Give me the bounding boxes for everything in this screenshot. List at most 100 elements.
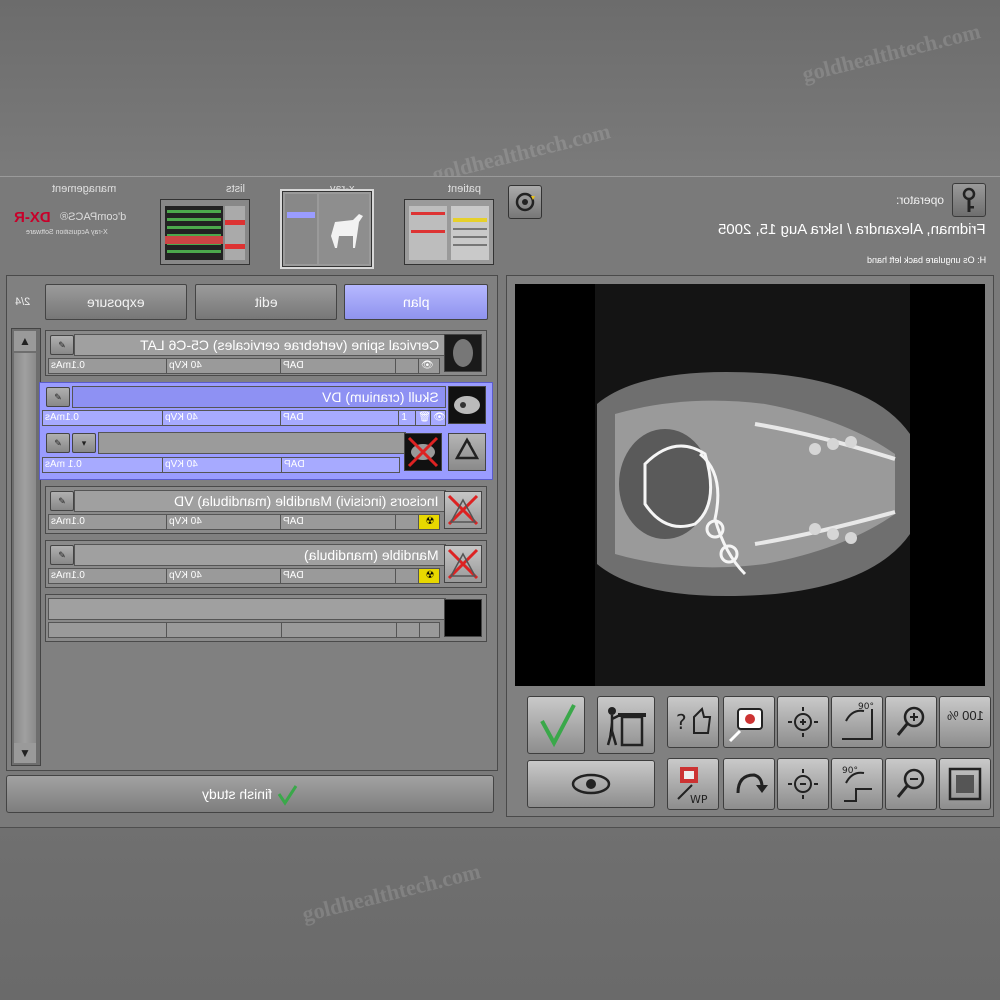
empty-thumbnail[interactable] [444,599,482,637]
kvp-value: 40 KVp [163,458,282,472]
mas-value: 0.1mAs [49,569,167,583]
tab-patient-label: patient [448,183,482,195]
study-card-selected[interactable]: ✎ Skull (cranium) DV 0.1mAs 40 KVp DAP 1… [39,382,493,480]
rotate-90-ccw-button[interactable]: 90° [831,696,883,748]
study-params: 0.1mAs 40 KVp DAP 👁 [48,358,440,374]
dap-value: DAP [281,411,400,425]
study-title: Mandible (mandibula) [74,544,446,566]
study-params [48,622,440,638]
kvp-value: 40 KVp [167,515,282,529]
annotate-button[interactable] [723,696,775,748]
exposure-title [98,432,406,454]
window-preset-button[interactable]: WP [667,758,719,810]
rotate-90-cw-button[interactable]: 90° [831,758,883,810]
zoom-in-button[interactable] [885,696,937,748]
window-preset-icon: WP [677,767,708,806]
mas-value: 0.1 mAs [43,458,164,472]
study-card-empty[interactable] [45,594,487,642]
scroll-thumb[interactable] [14,353,36,743]
kvp-value: 40 KVp [167,569,282,583]
edit-pencil-button[interactable]: ✎ [46,387,70,407]
rejected-image-thumbnail[interactable] [404,433,442,471]
study-title: Cervical spine (vertebrae cervicales) C5… [74,334,446,356]
patient-thumbnail-icon [405,200,493,264]
study-card[interactable]: ✎ Cervical spine (vertebrae cervicales) … [45,330,487,376]
dropdown-chevron-icon[interactable]: ▾ [72,433,96,453]
eye-icon[interactable]: 👁 [431,411,445,425]
zoom-100-label: 100 % [946,708,984,723]
recycle-button[interactable] [448,433,486,471]
fit-to-screen-button[interactable] [939,758,991,810]
brightness-up-button[interactable] [777,696,829,748]
acquisition-window: management DX-R d'comPACS® X-ray Acquisi… [0,176,1000,828]
study-card[interactable]: ✎ Incisors (incisivi) Mandible (mandibul… [45,486,487,534]
skull-xray-icon [449,387,485,423]
fit-screen-icon [948,767,982,801]
radiation-warning-icon: ☢ [419,569,439,583]
patient-info: Fridman, Alexandra / Iskra Aug 15, 2005 [718,221,986,238]
cervical-spine-thumbnail[interactable] [444,334,482,372]
tab-lists[interactable] [160,199,250,265]
mas-value [49,623,167,637]
checkmark-icon [540,704,576,748]
xray-image[interactable] [515,284,985,686]
brightness-down-button[interactable] [777,758,829,810]
quality-feedback-button[interactable]: ? [667,696,719,748]
tab-patient[interactable] [404,199,494,265]
study-card[interactable]: ✎ Mandible (mandibula) 0.1mAs 40 KVp DAP… [45,540,487,588]
scroll-down-arrow-icon[interactable]: ▼ [14,743,36,763]
thumbs-up-question-icon: ? [676,707,712,734]
delete-image-button[interactable] [597,696,655,754]
lists-thumbnail-icon [161,200,249,264]
tab-lists-label: lists [226,183,245,195]
sync-button[interactable] [508,185,542,219]
finish-study-button[interactable]: finish study [6,775,494,813]
key-icon [962,187,976,212]
edit-pencil-button[interactable]: ✎ [50,491,74,511]
study-count: 1 [399,411,417,425]
module-tabs: management DX-R d'comPACS® X-ray Acquisi… [0,177,1000,277]
study-count [396,359,420,373]
preview-button[interactable] [527,760,655,808]
svg-text:?: ? [676,710,687,734]
dap-value: DAP [281,359,397,373]
dap-value [282,623,397,637]
zoom-out-button[interactable] [885,758,937,810]
edit-pencil-button[interactable]: ✎ [46,433,70,453]
tab-xray[interactable] [280,189,374,269]
scroll-up-arrow-icon[interactable]: ▲ [14,331,36,351]
no-image-cross-icon [447,494,479,526]
study-params: 0.1mAs 40 KVp DAP 1 🗑 👁 [42,410,446,426]
watermark: goldhealthtech.com [799,18,983,87]
rejected-cross-icon [407,436,439,468]
tab-plan[interactable]: plan [344,284,488,320]
zoom-100-button[interactable]: 100 % [939,696,991,748]
rotate-cw-button[interactable] [723,758,775,810]
accept-image-button[interactable] [527,696,585,754]
plan-panel: 2/4 exposure edit plan ▲ ▼ ✎ Cervical sp… [6,275,498,771]
no-image-thumbnail[interactable] [444,491,482,529]
kvp-value: 40 KVp [163,411,282,425]
dap-value: DAP [281,569,397,583]
trash-bin-icon [606,707,646,747]
no-image-thumbnail[interactable] [444,545,482,583]
svg-text:90°: 90° [842,766,858,776]
radiation-warning-icon: ☢ [419,515,439,529]
edit-pencil-button[interactable]: ✎ [50,335,74,355]
eye-icon[interactable]: 👁 [419,359,439,373]
tab-exposure[interactable]: exposure [45,284,187,320]
study-list-scrollbar[interactable]: ▲ ▼ [11,328,41,766]
mas-value: 0.1mAs [49,359,167,373]
skull-xray-image-icon [515,284,985,686]
brightness-minus-icon [788,769,818,799]
operator-login-button[interactable] [952,183,986,217]
edit-pencil-button[interactable]: ✎ [50,545,74,565]
operator-label: operator: [895,193,944,207]
tab-edit[interactable]: edit [195,284,337,320]
spine-xray-icon [445,335,481,371]
exposure-params: 0.1 mAs 40 KVp DAP [42,457,400,473]
svg-text:WP: WP [690,793,708,806]
trash-small-icon[interactable]: 🗑 [416,411,432,425]
page-counter: 2/4 [15,296,31,308]
skull-thumbnail[interactable] [448,386,486,424]
